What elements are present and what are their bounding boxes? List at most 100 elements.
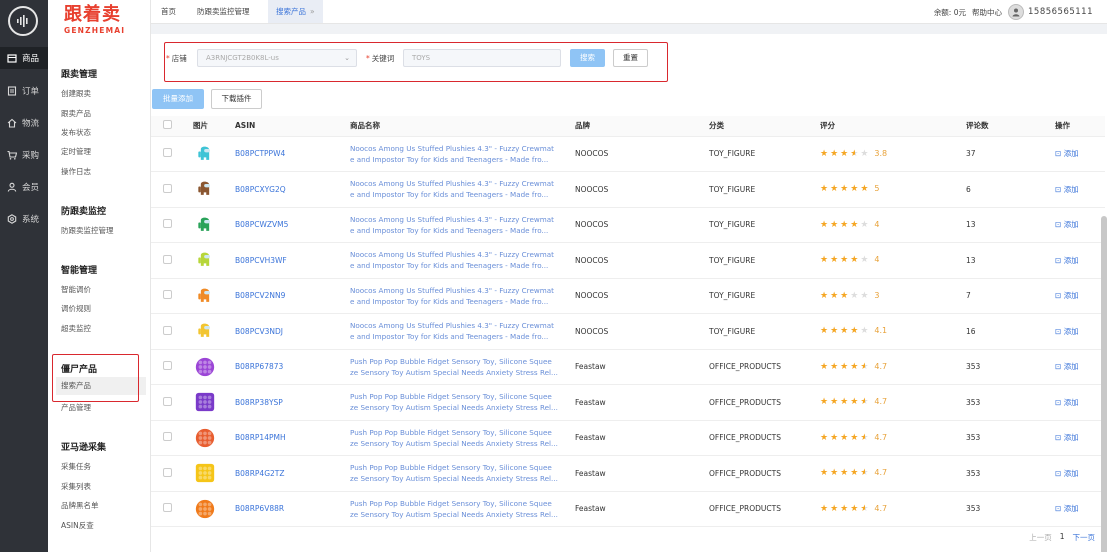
- row-checkbox[interactable]: [163, 361, 172, 371]
- sidebar-item-collect-list[interactable]: 采集列表: [61, 481, 91, 492]
- product-thumbnail[interactable]: [193, 213, 217, 237]
- add-button[interactable]: ⊡ 添加: [1055, 220, 1079, 229]
- rating-score: 4: [874, 255, 880, 265]
- brand-logo[interactable]: 跟着卖 GENZHEMAI: [64, 4, 144, 38]
- asin-link[interactable]: B08RP67873: [235, 349, 350, 385]
- sidebar-item-asin-lookup[interactable]: ASIN反查: [61, 520, 94, 531]
- product-thumbnail[interactable]: [193, 177, 217, 201]
- asin-link[interactable]: B08PCV2NN9: [235, 278, 350, 314]
- rail-item-members[interactable]: 会员: [0, 176, 48, 198]
- row-checkbox[interactable]: [163, 467, 172, 477]
- asin-link[interactable]: B08RP4G2TZ: [235, 455, 350, 492]
- table-scrollbar[interactable]: [1101, 216, 1107, 552]
- asin-link[interactable]: B08PCVH3WF: [235, 242, 350, 279]
- download-plugin-button[interactable]: 下载插件: [211, 89, 262, 109]
- tab-monitor-manage[interactable]: 防跟卖监控管理: [189, 0, 258, 23]
- sidebar-item-monitor-manage[interactable]: 防跟卖监控管理: [61, 225, 114, 236]
- sidebar-item-brand-blacklist[interactable]: 品牌黑名单: [61, 500, 99, 511]
- asin-link[interactable]: B08RP14PMH: [235, 420, 350, 456]
- sidebar-item-oversell-monitor[interactable]: 超卖监控: [61, 323, 91, 334]
- row-checkbox[interactable]: [163, 148, 172, 158]
- sidebar-item-operation-log[interactable]: 操作日志: [61, 166, 91, 177]
- add-button[interactable]: ⊡ 添加: [1055, 185, 1079, 194]
- row-checkbox[interactable]: [163, 503, 172, 513]
- product-name-link[interactable]: Noocos Among Us Stuffed Plushies 4.3" - …: [350, 214, 560, 236]
- add-button[interactable]: ⊡ 添加: [1055, 433, 1079, 442]
- batch-add-button[interactable]: 批量添加: [152, 89, 204, 109]
- action-cell: ⊡ 添加: [1055, 455, 1105, 492]
- product-name-link[interactable]: Push Pop Pop Bubble Fidget Sensory Toy, …: [350, 427, 560, 449]
- product-thumbnail[interactable]: [193, 142, 217, 166]
- rail-item-orders[interactable]: 订单: [0, 80, 48, 102]
- product-name-link[interactable]: Noocos Among Us Stuffed Plushies 4.3" - …: [350, 320, 560, 342]
- tab-home[interactable]: 首页: [153, 0, 184, 23]
- product-thumbnail[interactable]: [193, 390, 217, 414]
- row-checkbox[interactable]: [163, 183, 172, 193]
- sidebar-item-publish-status[interactable]: 发布状态: [61, 127, 91, 138]
- product-thumbnail[interactable]: [193, 284, 217, 308]
- row-checkbox[interactable]: [163, 432, 172, 442]
- product-name-link[interactable]: Push Pop Pop Bubble Fidget Sensory Toy, …: [350, 498, 560, 520]
- asin-link[interactable]: B08PCTPPW4: [235, 136, 350, 172]
- rail-item-logistics[interactable]: 物流: [0, 112, 48, 134]
- help-center-link[interactable]: 帮助中心: [972, 7, 1002, 18]
- row-select-cell: [151, 384, 193, 421]
- add-button[interactable]: ⊡ 添加: [1055, 291, 1079, 300]
- product-thumbnail[interactable]: [193, 461, 217, 485]
- row-checkbox[interactable]: [163, 325, 172, 335]
- asin-link[interactable]: B08PCXYG2Q: [235, 171, 350, 208]
- product-name-link[interactable]: Push Pop Pop Bubble Fidget Sensory Toy, …: [350, 356, 560, 378]
- star-empty-icon: ★: [850, 290, 861, 301]
- app-logo-icon[interactable]: [8, 6, 38, 36]
- add-button[interactable]: ⊡ 添加: [1055, 398, 1079, 407]
- row-checkbox[interactable]: [163, 290, 172, 300]
- reviews-cell: 6: [966, 171, 1055, 208]
- product-thumbnail[interactable]: [193, 355, 217, 379]
- add-button[interactable]: ⊡ 添加: [1055, 469, 1079, 478]
- sidebar-item-collect-tasks[interactable]: 采集任务: [61, 461, 91, 472]
- asin-link[interactable]: B08RP38YSP: [235, 384, 350, 421]
- asin-link[interactable]: B08PCWZVM5: [235, 207, 350, 243]
- add-button[interactable]: ⊡ 添加: [1055, 149, 1079, 158]
- row-checkbox[interactable]: [163, 254, 172, 264]
- current-page[interactable]: 1: [1060, 532, 1065, 543]
- product-thumbnail[interactable]: [193, 319, 217, 343]
- add-button[interactable]: ⊡ 添加: [1055, 504, 1079, 513]
- asin-link[interactable]: B08RP6V88R: [235, 491, 350, 527]
- product-thumbnail[interactable]: [193, 426, 217, 450]
- rating-stars: ★★★★★: [820, 362, 870, 372]
- next-page-button[interactable]: 下一页: [1073, 532, 1096, 543]
- add-button[interactable]: ⊡ 添加: [1055, 256, 1079, 265]
- row-checkbox[interactable]: [163, 219, 172, 229]
- product-name-link[interactable]: Push Pop Pop Bubble Fidget Sensory Toy, …: [350, 391, 560, 413]
- sidebar-item-pricing-rules[interactable]: 调价规则: [61, 303, 91, 314]
- rail-item-system[interactable]: 系统: [0, 208, 48, 230]
- add-button[interactable]: ⊡ 添加: [1055, 362, 1079, 371]
- add-button[interactable]: ⊡ 添加: [1055, 327, 1079, 336]
- product-thumbnail[interactable]: [193, 248, 217, 272]
- select-all-checkbox[interactable]: [163, 120, 172, 130]
- avatar[interactable]: [1008, 4, 1024, 20]
- product-name-link[interactable]: Noocos Among Us Stuffed Plushies 4.3" - …: [350, 249, 560, 271]
- brand-cell: NOOCOS: [575, 207, 709, 243]
- product-name-link[interactable]: Noocos Among Us Stuffed Plushies 4.3" - …: [350, 285, 560, 307]
- sidebar-group-title: 智能管理: [61, 266, 98, 276]
- sidebar-item-create-follow[interactable]: 创建跟卖: [61, 88, 91, 99]
- sidebar-item-smart-pricing[interactable]: 智能调价: [61, 284, 91, 295]
- prev-page-button[interactable]: 上一页: [1029, 532, 1052, 543]
- product-name-link[interactable]: Noocos Among Us Stuffed Plushies 4.3" - …: [350, 178, 560, 200]
- rail-item-products[interactable]: 商品: [0, 47, 48, 69]
- product-thumbnail[interactable]: [193, 497, 217, 521]
- sidebar-item-schedule[interactable]: 定时管理: [61, 146, 91, 157]
- product-name-link[interactable]: Push Pop Pop Bubble Fidget Sensory Toy, …: [350, 462, 560, 484]
- asin-link[interactable]: B08PCV3NDJ: [235, 313, 350, 350]
- product-name-link[interactable]: Noocos Among Us Stuffed Plushies 4.3" - …: [350, 143, 560, 165]
- sidebar-item-product-manage[interactable]: 产品管理: [61, 402, 91, 413]
- row-checkbox[interactable]: [163, 396, 172, 406]
- rail-item-purchase[interactable]: 采购: [0, 144, 48, 166]
- tab-search-products[interactable]: 搜索产品 »: [268, 0, 323, 23]
- tab-close-icon[interactable]: »: [310, 7, 315, 16]
- sidebar-item-follow-products[interactable]: 跟卖产品: [61, 108, 91, 119]
- action-cell: ⊡ 添加: [1055, 207, 1105, 243]
- user-phone[interactable]: 15856565111: [1028, 7, 1093, 17]
